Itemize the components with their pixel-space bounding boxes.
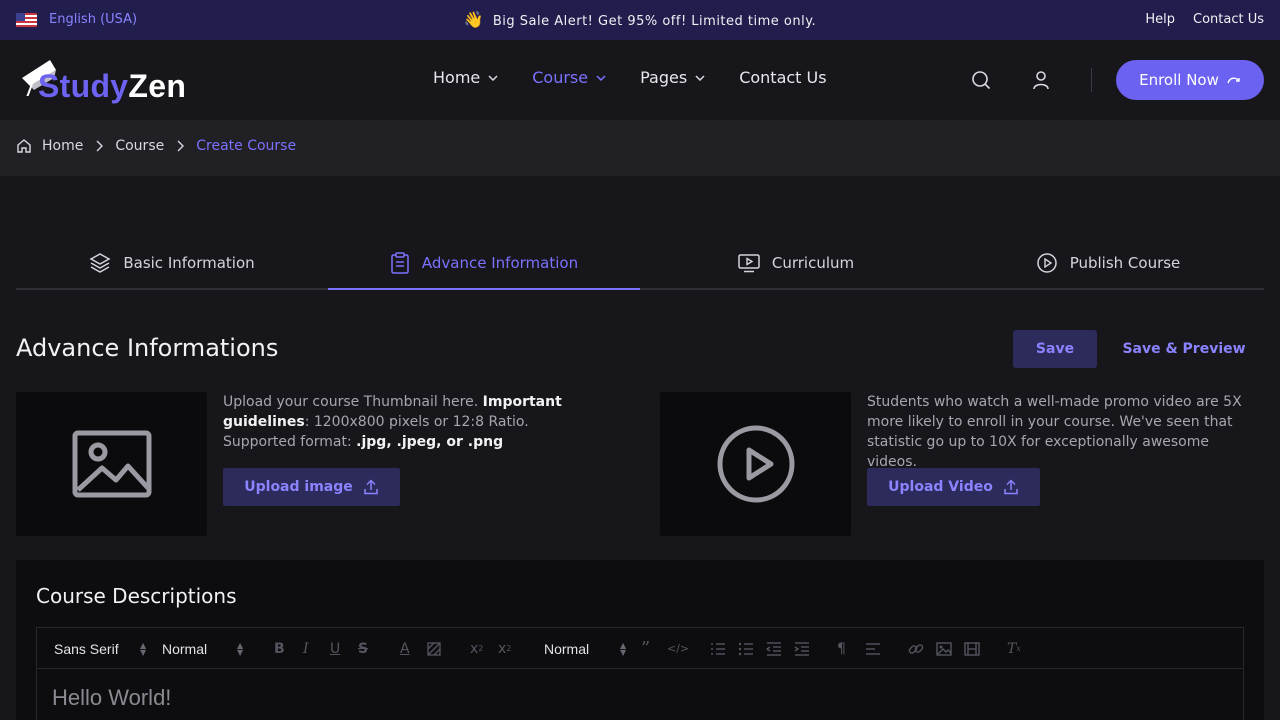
italic-icon[interactable]: I — [303, 628, 309, 669]
chevron-right-icon — [177, 140, 185, 152]
user-icon[interactable] — [1031, 70, 1051, 90]
nav-pages[interactable]: Pages — [640, 68, 705, 87]
course-description-title: Course Descriptions — [36, 584, 237, 608]
main-nav: Home Course Pages Contact Us — [433, 68, 861, 87]
play-circle-icon — [717, 425, 794, 503]
thumbnail-guidelines: Upload your course Thumbnail here. Impor… — [223, 394, 562, 450]
text-direction-icon[interactable]: ¶ — [837, 628, 846, 669]
select-arrows-icon: ▲ ▼ — [140, 641, 147, 657]
main-header: StudyZen Home Course Pages Contact Us En… — [0, 40, 1280, 120]
play-circle-icon — [1036, 253, 1057, 273]
size-select[interactable]: Normal — [162, 628, 207, 669]
upload-icon — [364, 479, 378, 495]
thumbnail-preview — [16, 392, 207, 536]
chevron-down-icon — [488, 74, 498, 81]
breadcrumb-home[interactable]: Home — [42, 138, 83, 154]
background-color-icon[interactable] — [427, 628, 441, 669]
bullet-list-icon[interactable] — [738, 628, 754, 669]
section-title: Advance Informations — [16, 334, 279, 362]
upload-image-button[interactable]: Upload image — [223, 468, 400, 506]
breadcrumb-course[interactable]: Course — [115, 138, 164, 154]
editor-toolbar: Sans Serif ▲ ▼ Normal ▲ ▼ B I U S A x2 x2 … — [37, 628, 1243, 669]
logo-zen: Zen — [128, 68, 187, 104]
video-icon[interactable] — [964, 628, 980, 669]
promo-text: Big Sale Alert! Get 95% off! Limited tim… — [492, 14, 817, 29]
chevron-down-icon — [596, 74, 606, 81]
save-and-preview-button[interactable]: Save & Preview — [1116, 330, 1252, 368]
course-description-card: Course Descriptions Sans Serif ▲ ▼ Normal… — [16, 560, 1264, 720]
link-icon[interactable] — [908, 628, 924, 669]
header-select[interactable]: Normal — [544, 628, 589, 669]
logo-study: Study — [38, 68, 129, 104]
strikethrough-icon[interactable]: S — [358, 628, 368, 669]
video-preview — [660, 392, 851, 536]
contact-us-top-link[interactable]: Contact Us — [1193, 12, 1264, 27]
announcement-bar: English (USA) 👋 Big Sale Alert! Get 95% … — [0, 0, 1280, 40]
select-arrows-icon: ▲ ▼ — [237, 641, 244, 657]
monitor-play-icon — [738, 254, 760, 273]
underline-icon[interactable]: U — [330, 628, 340, 669]
align-icon[interactable] — [865, 628, 881, 669]
chevron-down-icon — [695, 74, 705, 81]
promo-message: 👋 Big Sale Alert! Get 95% off! Limited t… — [0, 10, 1280, 29]
code-block-icon[interactable]: </> — [667, 628, 689, 669]
tab-advance-information[interactable]: Advance Information — [328, 238, 640, 290]
layers-icon — [89, 253, 111, 273]
redo-arrow-icon — [1227, 77, 1240, 84]
breadcrumb: Home Course Create Course — [0, 120, 1280, 176]
home-icon — [17, 139, 31, 153]
indent-increase-icon[interactable] — [794, 628, 810, 669]
studyzen-logo[interactable]: StudyZen — [20, 56, 200, 106]
select-arrows-icon: ▲ ▼ — [620, 641, 627, 657]
clipboard-icon — [391, 252, 409, 274]
rich-text-editor: Sans Serif ▲ ▼ Normal ▲ ▼ B I U S A x2 x2 … — [36, 627, 1244, 720]
subscript-icon[interactable]: x2 — [498, 628, 511, 669]
ordered-list-icon[interactable] — [710, 628, 726, 669]
breadcrumb-current: Create Course — [196, 138, 297, 154]
blockquote-icon[interactable]: ” — [641, 628, 650, 669]
font-select[interactable]: Sans Serif — [54, 628, 119, 669]
bold-icon[interactable]: B — [274, 628, 285, 669]
superscript-icon[interactable]: x2 — [470, 628, 483, 669]
text-color-icon[interactable]: A — [400, 628, 410, 669]
image-placeholder-icon — [72, 430, 151, 498]
image-icon[interactable] — [936, 628, 952, 669]
nav-home[interactable]: Home — [433, 68, 498, 87]
clear-format-icon[interactable]: Tx — [1007, 628, 1021, 669]
course-steps-tabs: Basic Information Advance Information Cu… — [16, 238, 1264, 290]
header-divider — [1091, 68, 1092, 92]
upload-icon — [1004, 479, 1018, 495]
tab-curriculum[interactable]: Curriculum — [640, 238, 952, 288]
tab-publish-course[interactable]: Publish Course — [952, 238, 1264, 288]
upload-video-button[interactable]: Upload Video — [867, 468, 1040, 506]
waving-hand-icon: 👋 — [463, 10, 485, 29]
editor-content[interactable]: Hello World! — [37, 669, 1243, 720]
help-link[interactable]: Help — [1145, 12, 1175, 27]
indent-decrease-icon[interactable] — [766, 628, 782, 669]
enroll-now-button[interactable]: Enroll Now — [1116, 60, 1264, 100]
tab-basic-information[interactable]: Basic Information — [16, 238, 328, 288]
save-button[interactable]: Save — [1013, 330, 1097, 368]
nav-course[interactable]: Course — [532, 68, 606, 87]
chevron-right-icon — [96, 140, 104, 152]
nav-contact-us[interactable]: Contact Us — [739, 68, 826, 87]
video-guidelines: Students who watch a well-made promo vid… — [867, 394, 1242, 470]
search-icon[interactable] — [971, 70, 991, 90]
